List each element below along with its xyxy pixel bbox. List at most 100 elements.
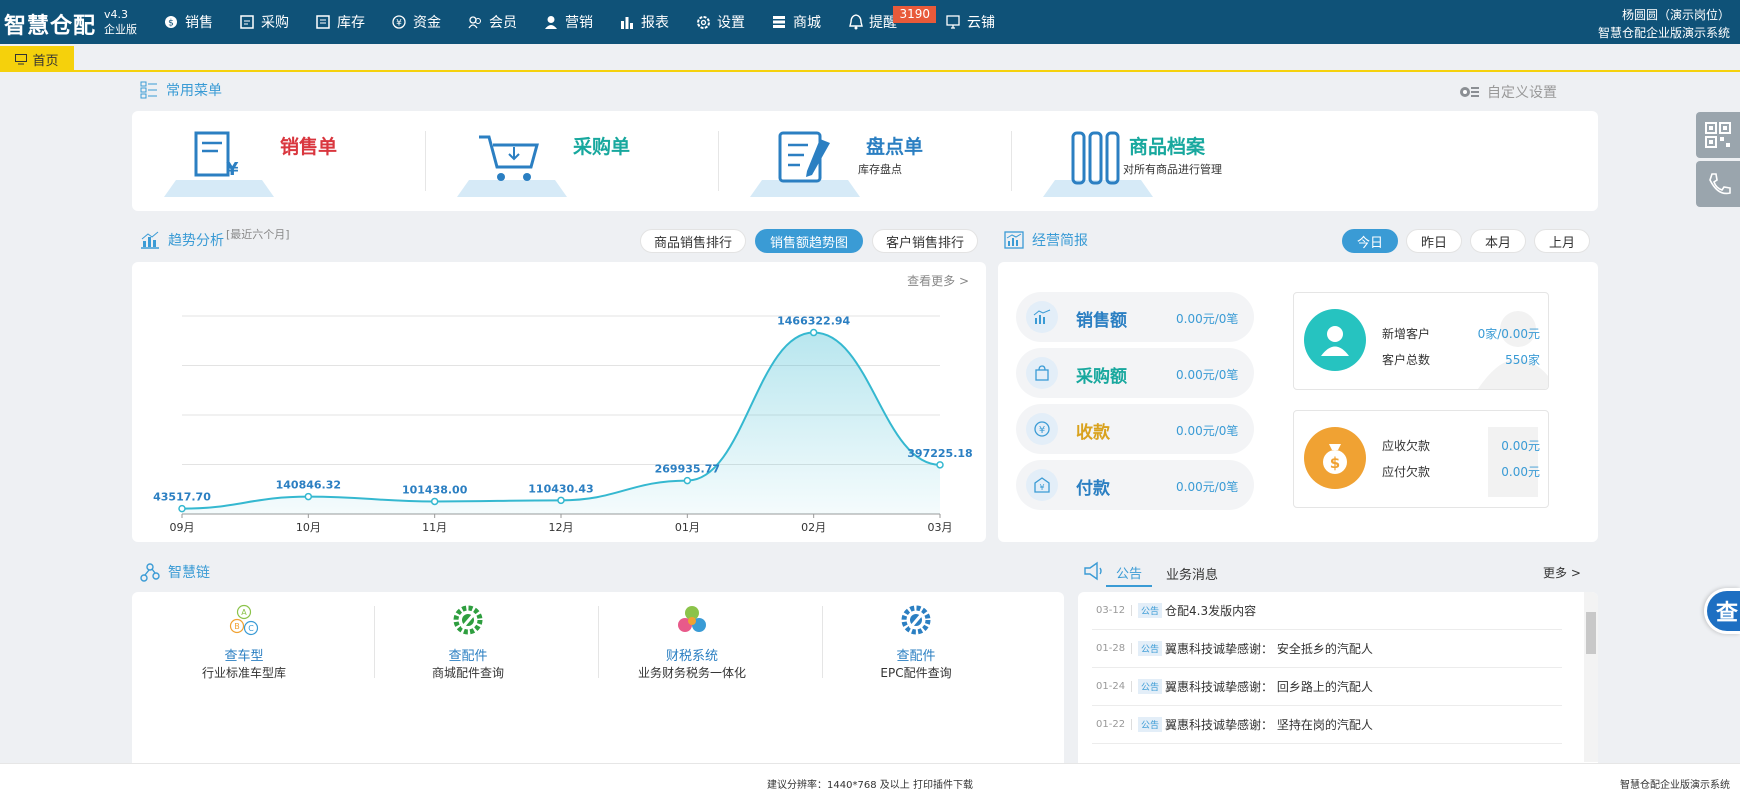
total-customers-row: 客户总数 550家 — [1382, 351, 1540, 368]
svg-text:¥: ¥ — [1039, 483, 1044, 492]
announce-item[interactable]: 01-24 公告 翼惠科技诚挚感谢： 回乡路上的汽配人 — [1092, 668, 1562, 706]
smart-chain-header: 智慧链 — [140, 562, 210, 582]
contact-phone-button[interactable] — [1696, 161, 1740, 207]
nav-report[interactable]: 报表 — [606, 0, 682, 44]
version-number: v4.3 — [104, 8, 129, 21]
period-today[interactable]: 今日 — [1342, 229, 1398, 253]
chain-parts-mall[interactable]: 查配件 商城配件查询 — [356, 592, 580, 692]
menu-stocktake-order[interactable]: 盘点单 库存盘点 — [718, 111, 1010, 211]
search-float-button[interactable]: 查 — [1704, 588, 1740, 634]
chain-epc-parts[interactable]: 查配件 EPC配件查询 — [804, 592, 1028, 692]
finance-tax-icon — [676, 604, 708, 640]
announce-scrollbar[interactable] — [1584, 592, 1598, 762]
tab-sales-trend[interactable]: 销售额趋势图 — [755, 229, 863, 253]
period-last-month[interactable]: 上月 — [1534, 229, 1590, 253]
announce-tag: 公告 — [1138, 641, 1163, 656]
page-tab-bar: 首页 — [0, 44, 1740, 72]
nav-settings[interactable]: 设置 — [682, 0, 758, 44]
announce-item[interactable]: 03-12 公告 仓配4.3发版内容 — [1092, 592, 1562, 630]
data-label: 269935.77 — [655, 463, 720, 476]
bar-chart-icon — [141, 231, 159, 249]
data-point — [430, 497, 439, 506]
menu-item-title: 盘点单 — [866, 136, 924, 158]
megaphone-icon — [1084, 561, 1102, 581]
chain-desc: 行业标准车型库 — [201, 666, 286, 680]
period-yesterday[interactable]: 昨日 — [1406, 229, 1462, 253]
announce-item[interactable]: 01-28 公告 翼惠科技诚挚感谢： 安全抵乡的汽配人 — [1092, 630, 1562, 668]
nav-sales[interactable]: $ 销售 — [150, 0, 226, 44]
nav-reminder[interactable]: 提醒 3190 — [834, 0, 936, 44]
top-nav-bar: 智慧仓配 v4.3 企业版 $ 销售 采购 库存 ¥ 资金 会员 营销 报表 设… — [0, 0, 1740, 44]
chain-car-model[interactable]: ABC 查车型 行业标准车型库 — [132, 592, 356, 692]
nav-inventory[interactable]: 库存 — [302, 0, 378, 44]
menu-product-archive[interactable]: 商品档案 对所有商品进行管理 — [1011, 111, 1303, 211]
x-tick-label: 01月 — [675, 521, 700, 534]
nav-cloud-shop[interactable]: 云铺 — [932, 0, 1008, 44]
menu-item-desc: 库存盘点 — [858, 163, 902, 176]
tab-customer-sales-rank[interactable]: 客户销售排行 — [872, 229, 978, 253]
menu-purchase-order[interactable]: 采购单 — [425, 111, 717, 211]
announce-text: 翼惠科技诚挚感谢： 回乡路上的汽配人 — [1165, 680, 1373, 694]
common-menu-card: ¥ 销售单 采购单 盘点单 库存盘点 商品档案 对所有商品进行管理 — [132, 111, 1598, 211]
period-this-month[interactable]: 本月 — [1470, 229, 1526, 253]
stat-sales-amount[interactable]: 销售额 0.00元/0笔 — [1016, 292, 1254, 342]
tab-business-messages[interactable]: 业务消息 — [1156, 564, 1228, 586]
stat-value: 0.00元/0笔 — [1176, 480, 1239, 494]
stat-receipts[interactable]: ¥ 收款 0.00元/0笔 — [1016, 404, 1254, 454]
svg-text:$: $ — [1330, 454, 1340, 472]
nav-label: 设置 — [717, 15, 745, 31]
qr-code-button[interactable] — [1696, 112, 1740, 158]
purchase-icon — [239, 14, 255, 30]
shopping-bag-icon — [1026, 357, 1058, 389]
svg-text:C: C — [248, 624, 254, 633]
nav-member[interactable]: 会员 — [454, 0, 530, 44]
payables-row: 应付欠款 0.00元 — [1382, 463, 1540, 480]
announce-tabs: 公告 业务消息 — [1106, 563, 1232, 587]
common-menu-header: 常用菜单 — [140, 80, 222, 100]
x-tick-label: 03月 — [928, 521, 953, 534]
x-tick-label: 09月 — [170, 521, 195, 534]
stat-value: 0.00元/0笔 — [1176, 312, 1239, 326]
shopping-cart-icon — [457, 125, 567, 204]
ghost-ledger-icon — [1488, 427, 1538, 497]
nav-label: 采购 — [261, 15, 289, 31]
menu-item-title: 销售单 — [280, 136, 338, 158]
stat-label: 采购额 — [1076, 367, 1127, 387]
nav-label: 云铺 — [967, 15, 995, 31]
sales-icon: $ — [163, 14, 179, 30]
customer-info-box: 新增客户 0家/0.00元 客户总数 550家 — [1293, 292, 1549, 390]
tab-home[interactable]: 首页 — [0, 46, 74, 72]
nav-funds[interactable]: ¥ 资金 — [378, 0, 454, 44]
scrollbar-thumb[interactable] — [1586, 612, 1596, 654]
svg-text:B: B — [234, 622, 240, 631]
announce-item[interactable]: 01-22 公告 翼惠科技诚挚感谢： 坚持在岗的汽配人 — [1092, 706, 1562, 744]
nav-mall[interactable]: 商城 — [758, 0, 834, 44]
menu-sales-order[interactable]: ¥ 销售单 — [132, 111, 424, 211]
stat-payments[interactable]: ¥ 付款 0.00元/0笔 — [1016, 460, 1254, 510]
qr-code-icon — [1705, 122, 1731, 148]
data-label: 43517.70 — [153, 491, 211, 504]
payables-label: 应付欠款 — [1382, 465, 1431, 479]
app-logo[interactable]: 智慧仓配 — [4, 8, 96, 40]
tab-announcement[interactable]: 公告 — [1106, 563, 1153, 587]
data-point — [809, 328, 818, 337]
nav-purchase[interactable]: 采购 — [226, 0, 302, 44]
announce-tag: 公告 — [1138, 679, 1163, 694]
announce-more-link[interactable]: 更多 > — [1543, 564, 1581, 581]
footer-company: 智慧仓配企业版演示系统 — [1620, 780, 1730, 791]
new-customers-row: 新增客户 0家/0.00元 — [1382, 325, 1540, 342]
view-more-link[interactable]: 查看更多 > — [907, 272, 969, 289]
tab-product-sales-rank[interactable]: 商品销售排行 — [640, 229, 746, 253]
announce-text: 仓配4.3发版内容 — [1165, 604, 1257, 618]
receivables-label: 应收欠款 — [1382, 439, 1431, 453]
footer-resolution-note[interactable]: 建议分辨率：1440*768 及以上 打印插件下载 — [0, 776, 1740, 791]
chain-finance-tax[interactable]: 财税系统 业务财务税务一体化 — [580, 592, 804, 692]
x-tick-label: 02月 — [801, 521, 826, 534]
nav-marketing[interactable]: 营销 — [530, 0, 606, 44]
stat-purchase-amount[interactable]: 采购额 0.00元/0笔 — [1016, 348, 1254, 398]
user-info[interactable]: 杨圆圆（演示岗位） 智慧仓配企业版演示系统 — [1598, 6, 1730, 42]
receivables-value: 0.00元 — [1501, 439, 1540, 453]
chain-title: 查车型 — [224, 649, 264, 664]
custom-settings-link[interactable]: 自定义设置 — [1459, 82, 1557, 102]
data-label: 140846.32 — [276, 479, 341, 492]
